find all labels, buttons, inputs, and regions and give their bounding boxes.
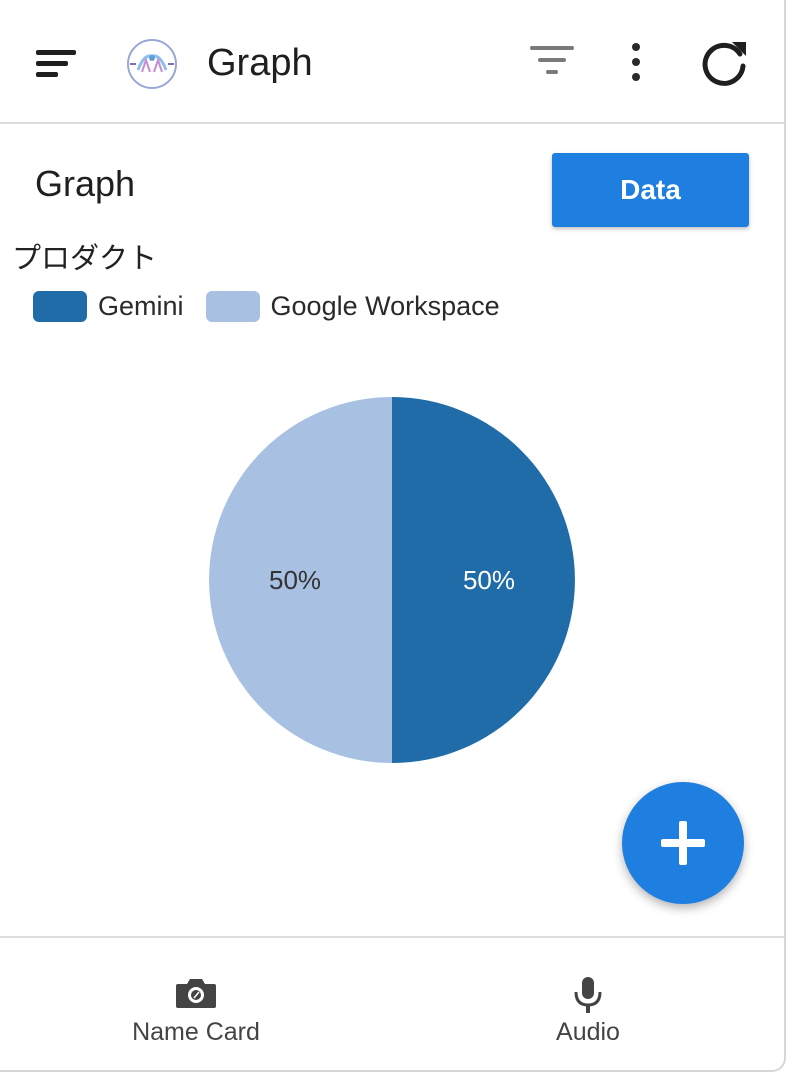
data-button[interactable]: Data xyxy=(552,153,749,227)
nav-label-name-card: Name Card xyxy=(132,1018,260,1046)
page-title: Graph xyxy=(35,163,136,204)
legend-swatch-google-workspace xyxy=(205,290,260,322)
legend-title: プロダクト xyxy=(12,241,158,275)
app-window: Graph Graph Data プロダクト Gemini Google Wor… xyxy=(0,0,786,1072)
more-vert-icon[interactable] xyxy=(616,38,656,86)
nav-item-audio[interactable]: Audio xyxy=(392,938,784,1070)
microphone-icon xyxy=(571,976,605,1019)
app-title: Graph xyxy=(207,42,313,84)
legend-item-google-workspace[interactable]: Google Workspace xyxy=(205,290,500,322)
chart-legend: Gemini Google Workspace xyxy=(33,287,522,325)
filter-icon[interactable] xyxy=(526,40,578,84)
bottom-nav: Name Card Audio xyxy=(0,936,784,1070)
app-bar: Graph xyxy=(0,0,784,124)
legend-swatch-gemini xyxy=(33,290,87,322)
plus-icon xyxy=(661,821,705,865)
menu-icon[interactable] xyxy=(30,42,82,86)
camera-icon xyxy=(174,976,218,1015)
app-logo-icon xyxy=(124,36,180,92)
legend-label-google-workspace: Google Workspace xyxy=(270,290,500,321)
nav-item-name-card[interactable]: Name Card xyxy=(0,938,392,1070)
pie-label-gemini: 50% xyxy=(463,565,515,595)
pie-label-google-workspace: 50% xyxy=(269,565,321,595)
legend-item-gemini[interactable]: Gemini xyxy=(33,290,184,322)
add-button[interactable] xyxy=(622,782,744,904)
refresh-icon[interactable] xyxy=(696,34,752,90)
legend-label-gemini: Gemini xyxy=(98,290,184,321)
pie-chart: 50% 50% xyxy=(209,397,575,763)
nav-label-audio: Audio xyxy=(556,1018,620,1046)
